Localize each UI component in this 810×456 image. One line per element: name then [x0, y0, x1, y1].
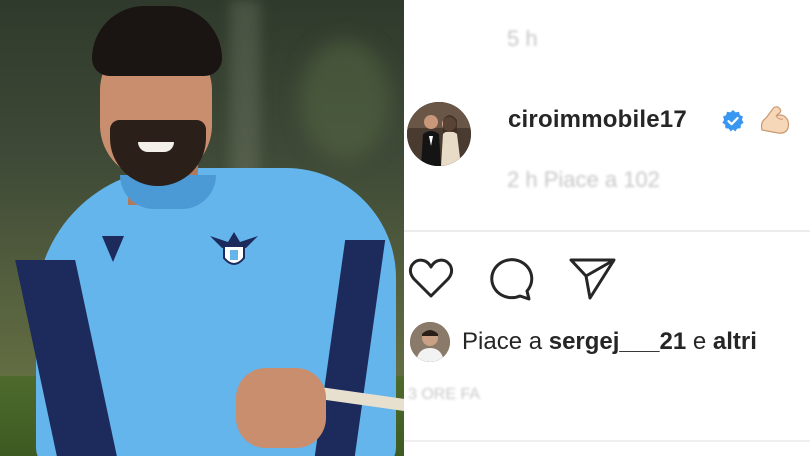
background-blur: [300, 40, 390, 160]
mouth: [138, 142, 174, 152]
liker-avatar-image: [410, 322, 450, 362]
liker-avatar[interactable]: [410, 322, 450, 362]
comment-icon[interactable]: [486, 254, 536, 302]
instagram-post: 5 h ciroimmobile17 2 h Piace a 102 Piace…: [404, 0, 810, 456]
liker-username[interactable]: sergej___21: [549, 328, 686, 355]
player-photo: [0, 0, 404, 456]
likes-suffix: e: [686, 328, 713, 355]
post-time: 3 ORE FA: [408, 386, 481, 403]
club-crest-icon: [210, 232, 258, 265]
divider: [404, 440, 810, 442]
verified-badge-icon: [722, 110, 744, 132]
heart-icon[interactable]: [406, 254, 456, 302]
others-link[interactable]: altri: [713, 328, 757, 355]
profile-avatar[interactable]: [407, 102, 471, 166]
hands: [236, 368, 326, 448]
divider: [404, 230, 810, 232]
likes-prefix: Piace a: [462, 328, 549, 355]
send-icon[interactable]: [568, 254, 618, 302]
avatar-image: [407, 102, 471, 166]
faded-meta: 2 h Piace a 102: [507, 167, 660, 192]
flexed-biceps-icon: [760, 106, 790, 134]
hair: [92, 6, 222, 76]
faded-timestamp: 5 h: [507, 26, 538, 51]
likes-summary: Piace a sergej___21 e altri: [462, 328, 757, 356]
post-username[interactable]: ciroimmobile17: [508, 106, 687, 134]
